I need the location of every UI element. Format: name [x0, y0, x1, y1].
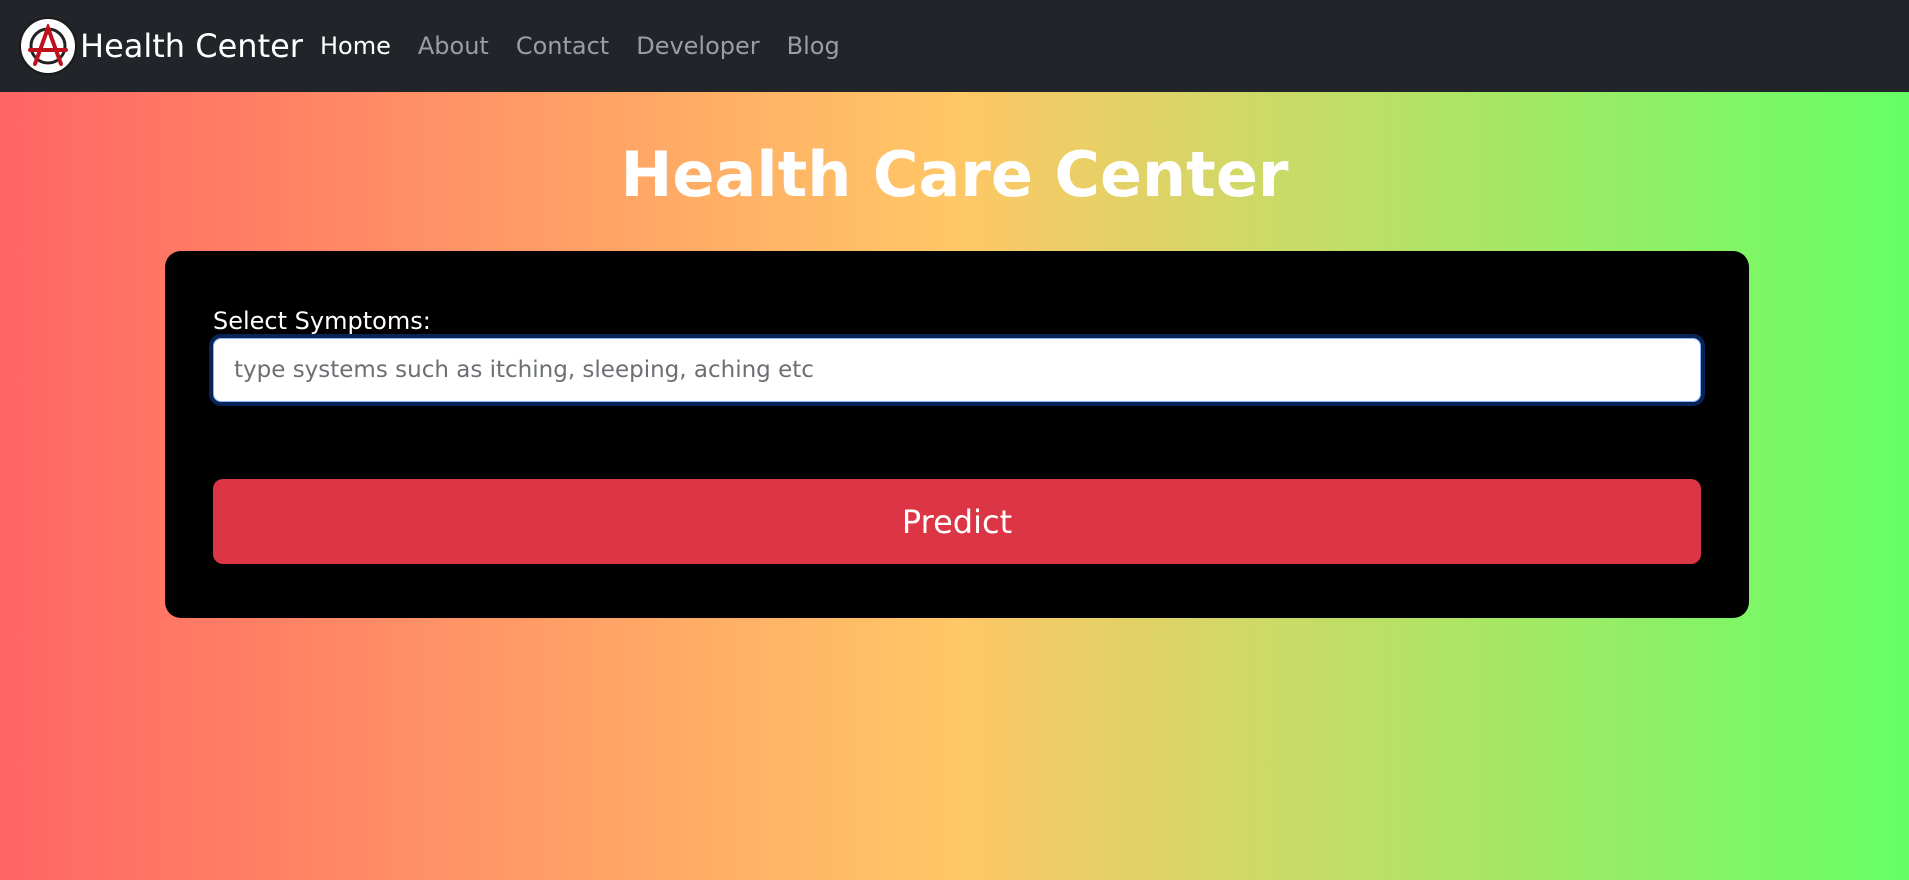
logo-anarchy-icon[interactable] [19, 17, 77, 75]
nav-links: Home About Contact Developer Blog [320, 26, 867, 66]
nav-link-developer[interactable]: Developer [636, 26, 759, 66]
nav-link-home[interactable]: Home [320, 26, 391, 66]
brand-name[interactable]: Health Center [80, 22, 303, 70]
nav-link-blog[interactable]: Blog [787, 26, 840, 66]
nav-link-contact[interactable]: Contact [516, 26, 609, 66]
page-title: Health Care Center [620, 138, 1289, 211]
symptoms-input[interactable] [213, 338, 1701, 402]
navbar: Health Center Home About Contact Develop… [0, 0, 1909, 92]
nav-link-about[interactable]: About [418, 26, 489, 66]
symptoms-label: Select Symptoms: [213, 307, 431, 335]
symptom-form-card: Select Symptoms: Predict [165, 251, 1749, 618]
predict-button[interactable]: Predict [213, 479, 1701, 564]
